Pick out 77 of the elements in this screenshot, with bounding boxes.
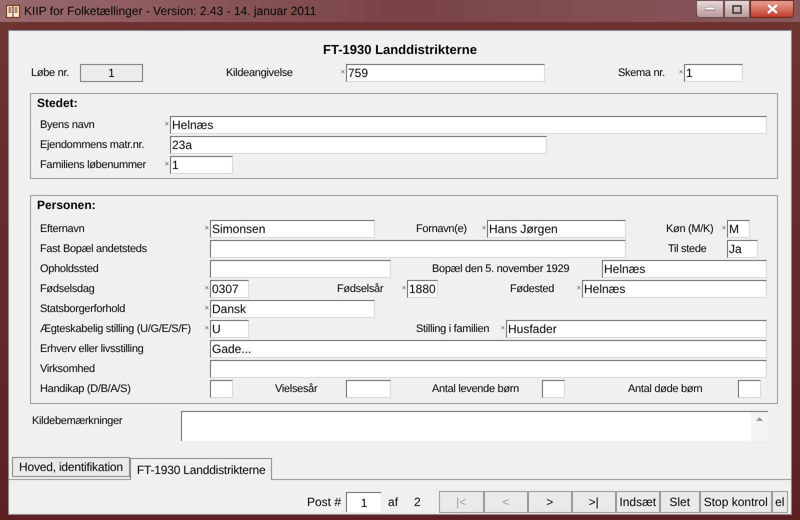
text-field[interactable]: Helnæs (582, 280, 767, 298)
field-label: Efternavn (40, 222, 84, 237)
text-field[interactable]: Hans Jørgen (487, 220, 626, 238)
nav-button[interactable]: > (528, 491, 572, 513)
text-field[interactable] (738, 380, 761, 398)
text-field[interactable] (210, 380, 233, 398)
nav-button[interactable]: >| (572, 491, 616, 513)
field-label: Stilling i familien (416, 322, 490, 337)
text-field[interactable]: 23a (170, 136, 547, 154)
text-field[interactable] (210, 360, 767, 378)
field-label: Kildebemærkninger (32, 414, 124, 429)
text-field[interactable]: Helnæs (170, 116, 767, 134)
total-count: 2 (414, 494, 421, 511)
section-title: Stedet: (37, 95, 78, 112)
text-field[interactable]: 1880 (407, 280, 438, 298)
nav-button[interactable]: Indsæt (616, 491, 660, 513)
field-label: Fødselsdag (40, 282, 94, 297)
field-label: Kildeangivelse (226, 66, 293, 81)
nav-button[interactable]: el (772, 491, 788, 513)
post-label: Post # (307, 494, 342, 511)
field-label: Køn (M/K) (666, 222, 714, 237)
field-label: Skema nr. (618, 66, 665, 81)
text-field[interactable]: 1 (684, 64, 743, 82)
tab[interactable]: FT-1930 Landdistrikterne (130, 458, 272, 480)
field-label: Byens navn (40, 118, 94, 133)
field-label: Familiens løbenummer (40, 158, 146, 173)
minimize-icon (705, 7, 715, 11)
field-label: Erhverv eller livsstilling (40, 342, 144, 357)
text-field[interactable] (210, 240, 626, 258)
field-label: Løbe nr. (31, 66, 69, 81)
close-button[interactable] (750, 0, 794, 18)
text-area[interactable] (181, 411, 768, 441)
nav-button[interactable]: Stop kontrol (700, 491, 772, 513)
text-field[interactable]: Helnæs (602, 260, 767, 278)
field-label: Fast Bopæl andetsteds (40, 242, 147, 257)
scroll-up-icon (756, 417, 763, 421)
book-icon (6, 4, 20, 18)
text-field[interactable]: Dansk (210, 300, 375, 318)
maximize-button[interactable] (724, 0, 750, 18)
field-label: Handikap (D/B/A/S) (40, 382, 131, 397)
text-field[interactable]: Simonsen (210, 220, 375, 238)
readonly-field: 1 (80, 64, 143, 82)
field-label: Vielsesår (275, 382, 318, 397)
text-field[interactable]: Husfader (506, 320, 767, 338)
text-field[interactable] (542, 380, 565, 398)
text-field[interactable] (346, 380, 391, 398)
field-label: Fødselsår (337, 282, 384, 297)
scrollbar[interactable] (751, 412, 768, 441)
text-field[interactable]: M (727, 220, 750, 238)
window-title: KIIP for Folketællinger - Version: 2.43 - 14. januar 2011 (24, 3, 316, 20)
tab[interactable]: Hoved, identifikation (12, 457, 130, 477)
close-icon (766, 4, 778, 14)
field-label: Fødested (510, 282, 554, 297)
field-label: Opholdssted (40, 262, 98, 277)
field-label: Antal døde børn (628, 382, 702, 397)
text-field[interactable]: 0307 (210, 280, 249, 298)
field-label: Til stede (668, 242, 706, 257)
of-label: af (388, 494, 398, 511)
text-field[interactable]: 759 (346, 64, 545, 82)
text-field[interactable]: Ja (727, 240, 758, 258)
post-field[interactable]: 1 (346, 492, 382, 512)
text-field[interactable]: 1 (170, 156, 233, 174)
text-field[interactable] (210, 260, 391, 278)
field-label: Antal levende børn (432, 382, 519, 397)
form-title: FT-1930 Landdistrikterne (323, 40, 477, 58)
field-label: Fornavn(e) (416, 222, 467, 237)
text-field[interactable]: Gade... (210, 340, 767, 358)
field-label: Statsborgerforhold (40, 302, 126, 317)
section-title: Personen: (37, 197, 96, 214)
field-label: Bopæl den 5. november 1929 (432, 262, 570, 277)
text-field[interactable]: U (210, 320, 249, 338)
maximize-icon (732, 4, 742, 14)
minimize-button[interactable] (696, 0, 724, 18)
nav-button[interactable]: Slet (660, 491, 700, 513)
field-label: Virksomhed (40, 362, 95, 377)
field-label: Ægteskabelig stilling (U/G/E/S/F) (40, 322, 191, 337)
field-label: Ejendommens matr.nr. (40, 138, 144, 153)
